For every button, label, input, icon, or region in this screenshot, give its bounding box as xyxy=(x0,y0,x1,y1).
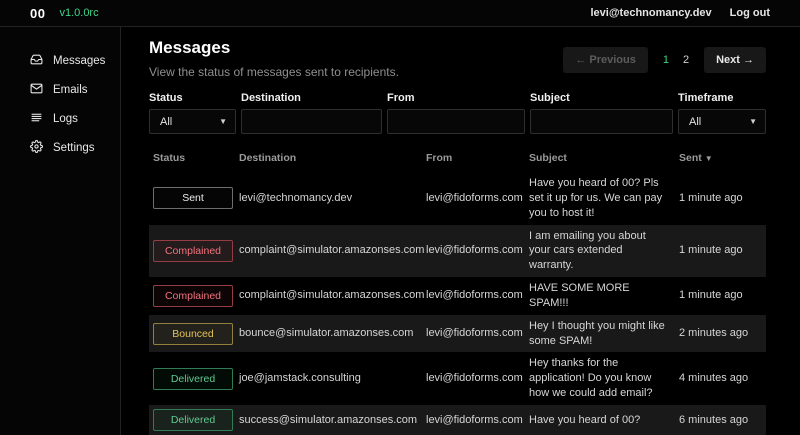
cell-from: levi@fidoforms.com xyxy=(426,288,529,303)
page-number-2[interactable]: 2 xyxy=(683,54,689,66)
cell-from: levi@fidoforms.com xyxy=(426,413,529,428)
status-filter-value: All xyxy=(160,116,172,128)
cell-sent: 6 minutes ago xyxy=(679,413,759,428)
sidebar-item-emails[interactable]: Emails xyxy=(0,77,120,103)
destination-filter-label: Destination xyxy=(241,92,382,104)
column-header-destination: Destination xyxy=(239,152,426,164)
cell-sent: 1 minute ago xyxy=(679,191,759,206)
cell-destination: joe@jamstack.consulting xyxy=(239,371,426,386)
page-subtitle: View the status of messages sent to reci… xyxy=(149,65,399,79)
status-filter-label: Status xyxy=(149,92,236,104)
cell-subject: Have you heard of 00? Pls set it up for … xyxy=(529,176,679,221)
column-header-from: From xyxy=(426,152,529,164)
table-row[interactable]: Sent levi@technomancy.dev levi@fidoforms… xyxy=(149,172,766,225)
mail-icon xyxy=(30,82,43,98)
page-title: Messages xyxy=(149,38,399,58)
status-badge: Complained xyxy=(153,240,233,262)
cell-subject: Have you heard of 00? xyxy=(529,413,679,428)
status-badge: Bounced xyxy=(153,323,233,345)
app-logo[interactable]: 00 xyxy=(30,6,45,21)
cell-from: levi@fidoforms.com xyxy=(426,191,529,206)
sidebar-item-settings[interactable]: Settings xyxy=(0,135,120,161)
cell-sent: 4 minutes ago xyxy=(679,371,759,386)
table-row[interactable]: Complained complaint@simulator.amazonses… xyxy=(149,277,766,315)
cell-destination: complaint@simulator.amazonses.com xyxy=(239,288,426,303)
status-badge: Delivered xyxy=(153,368,233,390)
pagination: ← Previous 1 2 Next → xyxy=(563,47,766,73)
from-filter-input[interactable] xyxy=(387,109,525,134)
status-filter-select[interactable]: All ▼ xyxy=(149,109,236,134)
page-number-1[interactable]: 1 xyxy=(663,54,669,66)
subject-filter-label: Subject xyxy=(530,92,673,104)
logs-icon xyxy=(30,111,43,127)
previous-page-button[interactable]: ← Previous xyxy=(563,47,648,73)
cell-subject: Hey thanks for the application! Do you k… xyxy=(529,356,679,401)
cell-subject: Hey I thought you might like some SPAM! xyxy=(529,319,679,349)
filters-bar: Status All ▼ Destination From Subject Ti… xyxy=(149,92,766,134)
topbar-right: levi@technomancy.dev Log out xyxy=(590,7,770,19)
messages-table: Status Destination From Subject Sent▼ Se… xyxy=(149,148,766,435)
main-content: Messages View the status of messages sen… xyxy=(121,27,800,435)
cell-sent: 2 minutes ago xyxy=(679,326,759,341)
user-email: levi@technomancy.dev xyxy=(590,7,711,19)
cell-destination: bounce@simulator.amazonses.com xyxy=(239,326,426,341)
table-header: Status Destination From Subject Sent▼ xyxy=(149,148,766,172)
gear-icon xyxy=(30,140,43,156)
destination-filter-input[interactable] xyxy=(241,109,382,134)
cell-subject: HAVE SOME MORE SPAM!!! xyxy=(529,281,679,311)
cell-sent: 1 minute ago xyxy=(679,243,759,258)
table-row[interactable]: Delivered success@simulator.amazonses.co… xyxy=(149,405,766,435)
sidebar-item-label: Emails xyxy=(53,84,88,96)
column-header-status: Status xyxy=(149,152,239,164)
table-body: Sent levi@technomancy.dev levi@fidoforms… xyxy=(149,172,766,435)
subject-filter-input[interactable] xyxy=(530,109,673,134)
column-header-subject: Subject xyxy=(529,152,679,164)
status-badge: Complained xyxy=(153,285,233,307)
status-badge: Delivered xyxy=(153,409,233,431)
next-page-button[interactable]: Next → xyxy=(704,47,766,73)
status-badge: Sent xyxy=(153,187,233,209)
sidebar-item-label: Messages xyxy=(53,55,105,67)
sidebar-item-logs[interactable]: Logs xyxy=(0,106,120,132)
inbox-icon xyxy=(30,53,43,69)
cell-subject: I am emailing you about your cars extend… xyxy=(529,229,679,274)
table-row[interactable]: Bounced bounce@simulator.amazonses.com l… xyxy=(149,315,766,353)
sidebar-item-label: Settings xyxy=(53,142,95,154)
cell-destination: levi@technomancy.dev xyxy=(239,191,426,206)
table-row[interactable]: Delivered joe@jamstack.consulting levi@f… xyxy=(149,352,766,405)
cell-from: levi@fidoforms.com xyxy=(426,326,529,341)
sidebar: Messages Emails Logs Settings xyxy=(0,27,121,435)
logout-button[interactable]: Log out xyxy=(730,7,770,19)
sidebar-item-label: Logs xyxy=(53,113,78,125)
chevron-down-icon: ▼ xyxy=(219,117,227,126)
cell-destination: success@simulator.amazonses.com xyxy=(239,413,426,428)
from-filter-label: From xyxy=(387,92,525,104)
table-row[interactable]: Complained complaint@simulator.amazonses… xyxy=(149,225,766,278)
sort-desc-icon: ▼ xyxy=(705,154,713,163)
cell-destination: complaint@simulator.amazonses.com xyxy=(239,243,426,258)
topbar: 00 v1.0.0rc levi@technomancy.dev Log out xyxy=(0,0,800,27)
column-header-sent[interactable]: Sent▼ xyxy=(679,152,759,164)
timeframe-filter-value: All xyxy=(689,116,701,128)
cell-sent: 1 minute ago xyxy=(679,288,759,303)
timeframe-filter-label: Timeframe xyxy=(678,92,766,104)
cell-from: levi@fidoforms.com xyxy=(426,371,529,386)
timeframe-filter-select[interactable]: All ▼ xyxy=(678,109,766,134)
chevron-down-icon: ▼ xyxy=(749,117,757,126)
sidebar-item-messages[interactable]: Messages xyxy=(0,48,120,74)
cell-from: levi@fidoforms.com xyxy=(426,243,529,258)
version-label: v1.0.0rc xyxy=(59,7,98,19)
